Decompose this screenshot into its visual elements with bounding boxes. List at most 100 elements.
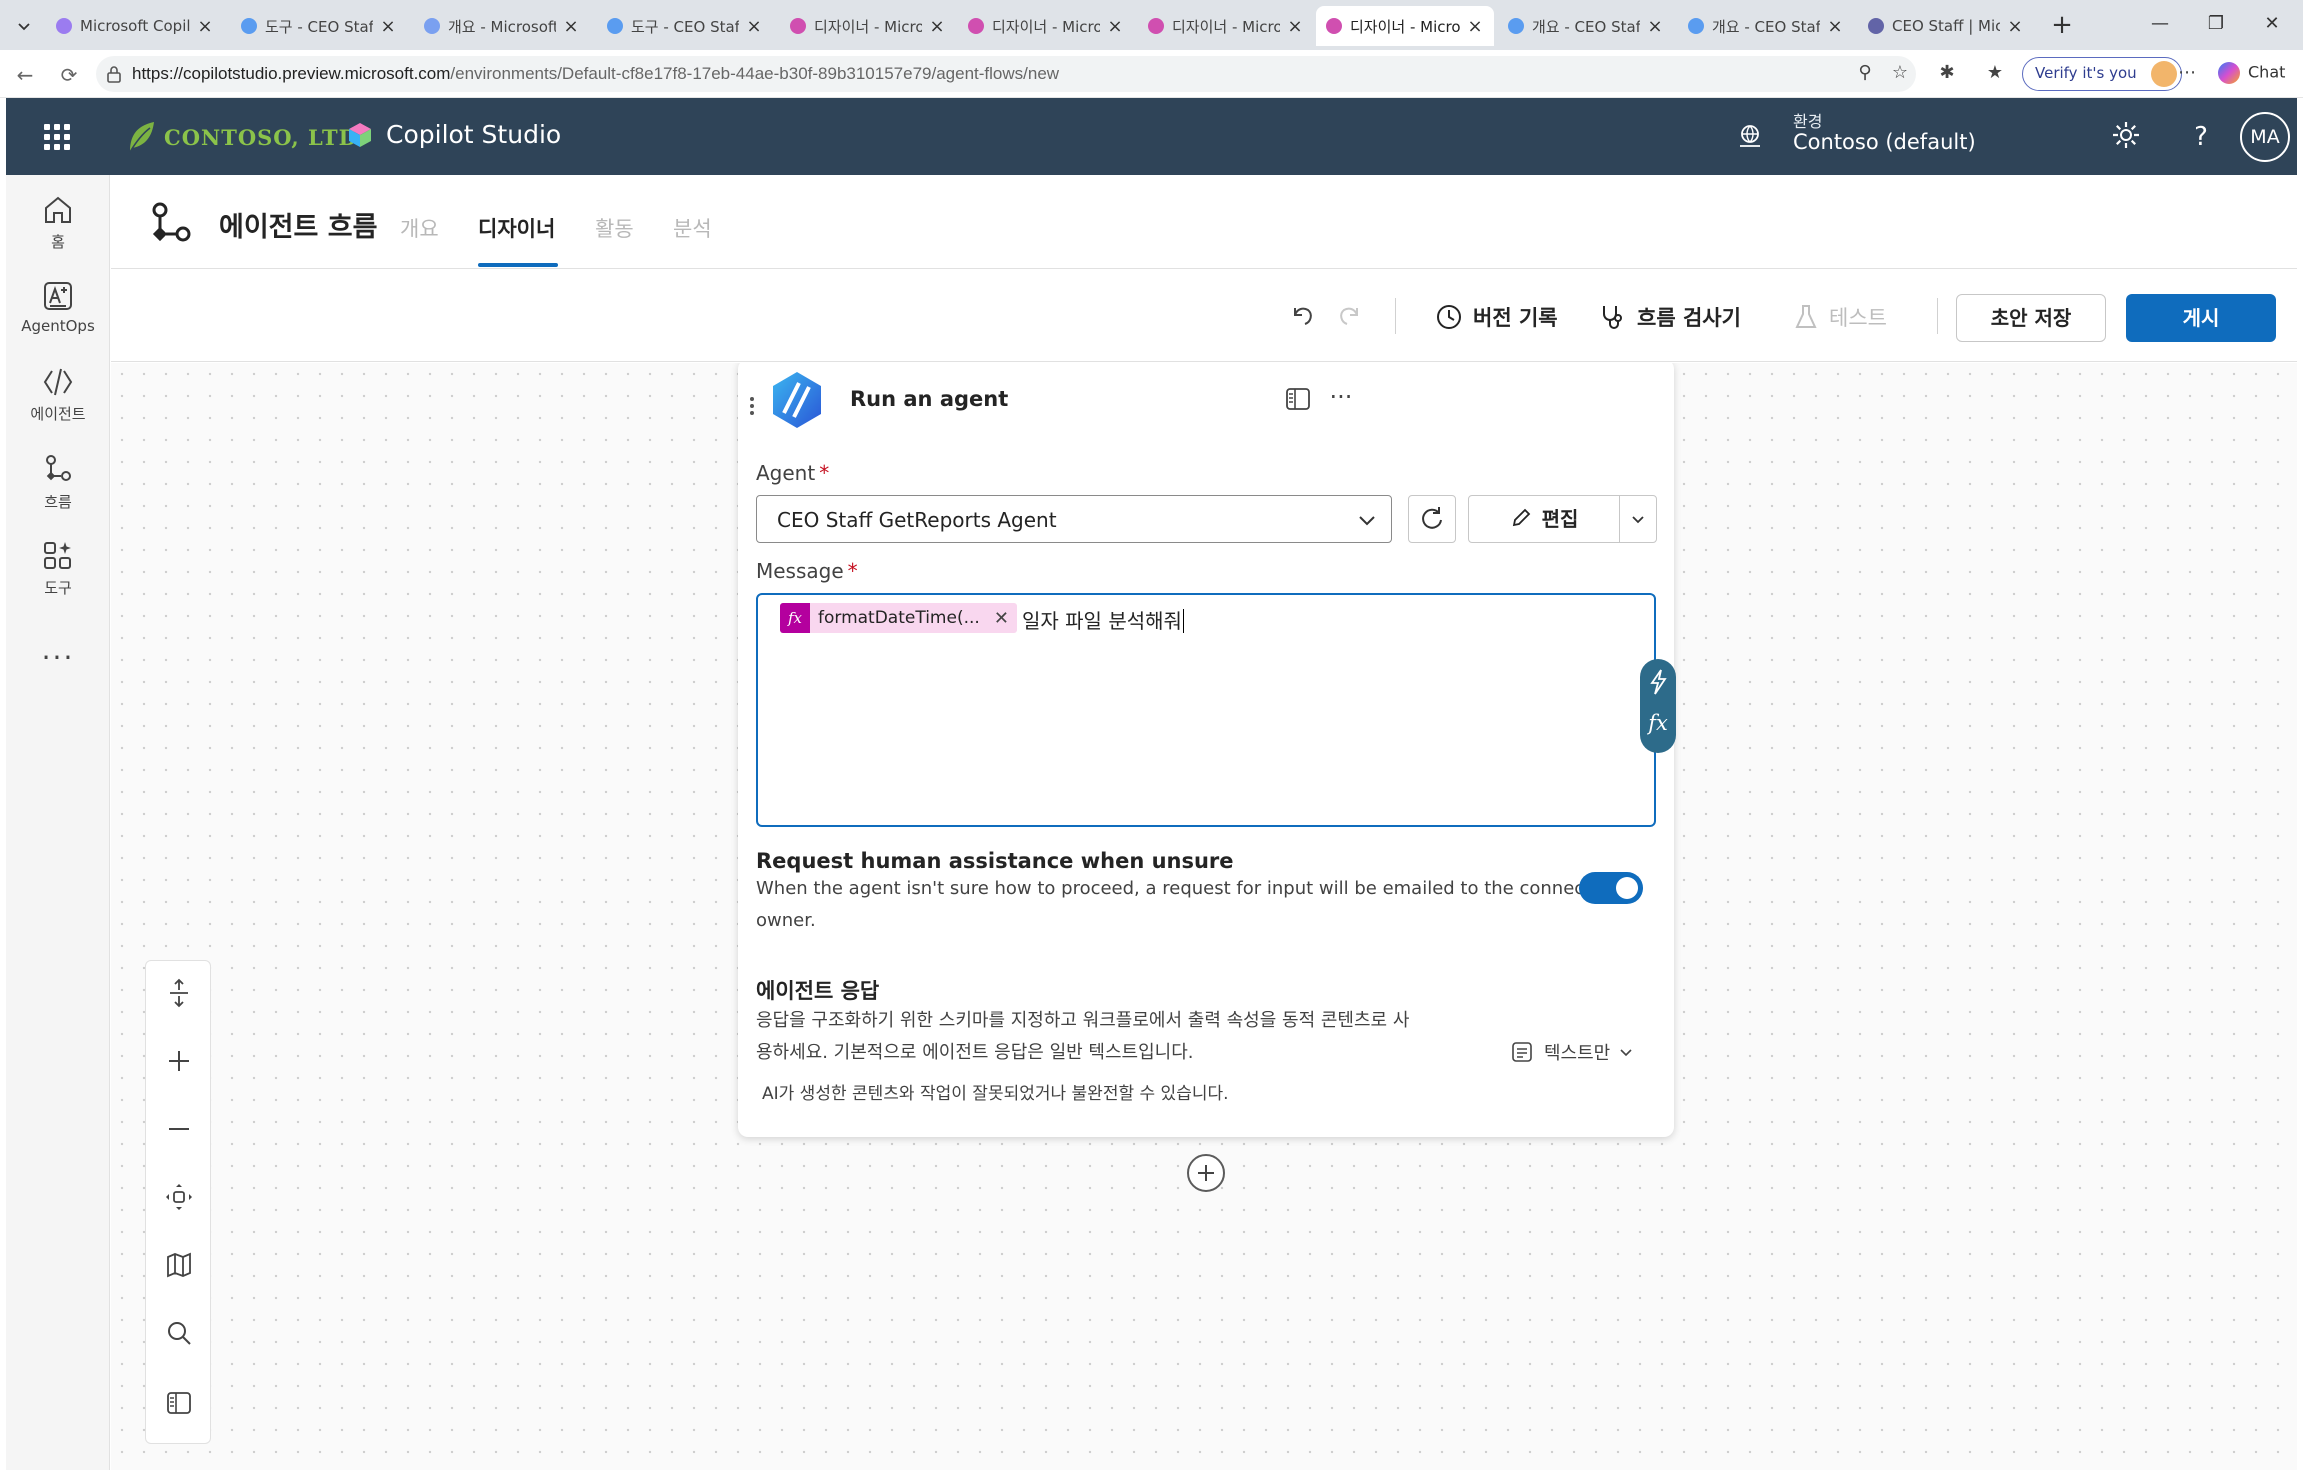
close-window-button[interactable]: ✕ [2252,8,2292,40]
agentops-icon [44,282,72,310]
test-button[interactable]: 테스트 [1793,302,1887,332]
remove-token-icon[interactable]: ✕ [994,608,1009,629]
add-step-button[interactable] [1187,1154,1225,1192]
flow-designer-canvas[interactable]: Run an agent ··· Agent * CEO Staff GetRep… [111,363,2297,1470]
browser-tab[interactable]: Microsoft Copilot × [46,6,224,46]
browser-tab[interactable]: 디자이너 - Micro × [1316,6,1494,46]
browser-tab[interactable]: 디자이너 - Micro × [780,6,956,46]
zoom-in-button[interactable] [146,1031,212,1091]
tab-title: 디자이너 - Micro [1172,17,1280,36]
browser-tab[interactable]: 디자이너 - Micro × [1138,6,1314,46]
rail-item-home[interactable]: 홈 [6,193,110,252]
settings-gear-icon[interactable] [2109,120,2143,154]
fit-height-button[interactable] [146,963,212,1023]
restore-button[interactable]: ❐ [2196,8,2236,40]
search-icon [168,1322,191,1345]
tab-close-icon[interactable]: × [745,16,763,37]
url-path: /environments/Default-cf8e17f8-17eb-44ae… [450,64,1060,83]
rail-item-tools[interactable]: 도구 [6,539,110,598]
run-agent-action-card[interactable]: Run an agent ··· Agent * CEO Staff GetRep… [738,363,1676,1137]
extensions-icon[interactable]: ✱ [1934,62,1960,88]
drag-handle-icon[interactable] [750,395,756,417]
edit-agent-button[interactable]: 편집 [1468,495,1620,543]
toggle-panel-button[interactable] [146,1373,212,1433]
minus-icon [169,1128,189,1130]
tab-close-icon[interactable]: × [379,16,397,37]
agent-select[interactable]: CEO Staff GetReports Agent [756,495,1392,543]
chevron-down-icon [1359,516,1375,526]
org-name: CONTOSO, LTD. [164,124,366,150]
browser-tab[interactable]: CEO Staff | Micro × [1858,6,2034,46]
tab-title: 디자이너 - Micro [1350,17,1460,36]
tab-close-icon[interactable]: × [562,16,580,37]
tab-close-icon[interactable]: × [1466,16,1484,37]
tab-activity[interactable]: 활동 [595,213,634,243]
tab-close-icon[interactable]: × [928,16,946,37]
rail-item-agents[interactable]: 에이전트 [6,365,110,424]
chat-label: Chat [2248,62,2286,82]
browser-tab[interactable]: 개요 - CEO Staff × [1678,6,1854,46]
environment-value: Contoso (default) [1793,130,1976,154]
rail-item-flows[interactable]: 흐름 [6,453,110,512]
browser-tab[interactable]: 도구 - CEO Staff × [597,6,773,46]
more-options-icon[interactable]: ⋯ [2174,62,2200,88]
redo-icon[interactable] [1335,300,1365,330]
app-launcher-icon[interactable] [44,124,70,150]
expression-token[interactable]: fx formatDateTime(... ✕ [780,603,1017,633]
minimap-button[interactable] [146,1235,212,1295]
user-avatar[interactable]: MA [2240,112,2290,162]
zoom-icon[interactable]: ⚲ [1852,62,1878,88]
browser-tab[interactable]: 개요 - CEO Staff × [1498,6,1674,46]
panel-icon [167,1392,191,1414]
required-asterisk: * [847,559,858,583]
search-canvas-button[interactable] [146,1303,212,1363]
more-actions-icon[interactable]: ··· [1327,385,1355,415]
fit-view-button[interactable] [146,1167,212,1227]
tab-analytics[interactable]: 분석 [673,213,712,243]
save-draft-button[interactable]: 초안 저장 [1956,294,2106,342]
tab-overview[interactable]: 개요 [400,213,439,243]
version-history-button[interactable]: 버전 기록 [1435,302,1558,332]
insert-expression-fx-icon[interactable]: fx [1640,711,1676,735]
rail-item-agentops[interactable]: AgentOps [6,279,110,335]
edit-options-dropdown[interactable] [1619,495,1657,543]
tab-close-icon[interactable]: × [1826,16,1844,37]
site-info-icon[interactable] [106,65,122,83]
browser-tab[interactable]: 개요 - Microsoft × [414,6,590,46]
human-assistance-toggle[interactable] [1579,872,1643,904]
tab-close-icon[interactable]: × [1286,16,1304,37]
reload-button[interactable]: ⟳ [54,60,84,90]
favorite-star-icon[interactable]: ☆ [1887,62,1913,88]
tab-close-icon[interactable]: × [2006,16,2024,37]
browser-tab[interactable]: 도구 - CEO Staff × [231,6,407,46]
tab-designer[interactable]: 디자이너 [478,213,555,243]
new-tab-button[interactable]: + [2046,10,2078,42]
tab-close-icon[interactable]: × [1646,16,1664,37]
tab-actions-menu-button[interactable] [8,10,40,42]
response-type-dropdown[interactable]: 텍스트만 [1510,1039,1646,1065]
favorites-icon[interactable]: ★ [1982,62,2008,88]
tab-title: 개요 - CEO Staff [1712,17,1820,36]
message-input[interactable]: fx formatDateTime(... ✕ 일자 파일 분석해줘 [756,593,1656,827]
org-logo: CONTOSO, LTD. [126,120,365,154]
flow-checker-button[interactable]: 흐름 검사기 [1599,302,1741,332]
rail-more-button[interactable]: ··· [6,641,110,674]
side-panel-icon[interactable] [1284,387,1312,415]
zoom-out-button[interactable] [146,1099,212,1159]
tab-favicon-icon [1868,18,1884,34]
undo-icon[interactable] [1287,300,1317,330]
publish-button[interactable]: 게시 [2126,294,2276,342]
dynamic-content-lightning-icon[interactable] [1640,667,1676,697]
tab-close-icon[interactable]: × [196,16,214,37]
help-icon[interactable]: ? [2184,120,2218,154]
minimize-button[interactable]: — [2140,8,2180,40]
back-button[interactable]: ← [10,60,40,90]
refresh-agents-button[interactable] [1408,495,1456,543]
verify-profile-button[interactable]: Verify it's you [2022,57,2182,91]
product-title[interactable]: Copilot Studio [346,120,561,149]
toolbar-divider [1937,298,1938,334]
browser-tab[interactable]: 디자이너 - Micro × [958,6,1134,46]
copilot-chat-button[interactable]: Chat [2218,62,2285,84]
stethoscope-icon [1603,306,1622,329]
tab-close-icon[interactable]: × [1106,16,1124,37]
